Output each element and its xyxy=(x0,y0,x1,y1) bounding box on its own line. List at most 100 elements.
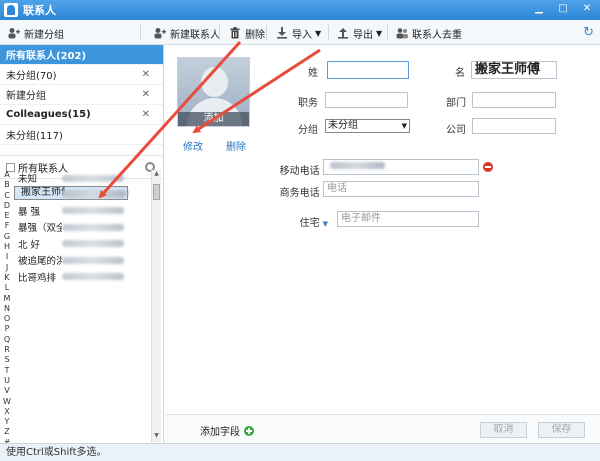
toolbar-divider xyxy=(140,25,141,40)
delete-photo-link[interactable]: 删除 xyxy=(226,138,246,153)
business-phone-label[interactable]: 商务电话▼ xyxy=(268,184,328,199)
alpha-index-letter[interactable]: A xyxy=(4,170,9,180)
contact-row[interactable]: 暴强（双全 xyxy=(14,219,151,235)
mobile-phone-label[interactable]: 移动电话▼ xyxy=(268,162,328,177)
close-icon[interactable]: ✕ xyxy=(142,69,150,80)
remove-field-icon[interactable] xyxy=(483,162,493,172)
alpha-index-letter[interactable]: C xyxy=(4,191,10,201)
contact-row[interactable]: 被追尾的洪 xyxy=(14,252,151,268)
alpha-index-letter[interactable]: Z xyxy=(4,427,9,437)
alpha-index-letter[interactable]: Q xyxy=(4,335,10,345)
group-field-label: 分组 xyxy=(298,125,318,136)
given-name-label: 名 xyxy=(455,68,465,79)
avatar-add-label[interactable]: 添加 xyxy=(178,112,249,126)
group-select[interactable]: 未分组 ▼ xyxy=(325,119,410,133)
close-icon[interactable]: ✕ xyxy=(580,2,594,16)
add-contact-icon xyxy=(154,27,166,39)
group-label: 未分组(117) xyxy=(6,131,63,142)
contact-row[interactable]: 比哥鸡排 xyxy=(14,268,151,284)
alpha-index-letter[interactable]: Y xyxy=(5,417,10,427)
save-button[interactable]: 保存 xyxy=(538,422,585,438)
cancel-button[interactable]: 取消 xyxy=(480,422,527,438)
surname-field[interactable] xyxy=(327,61,409,79)
alpha-index-letter[interactable]: E xyxy=(4,211,9,221)
group-item-new-group[interactable]: 新建分组 ✕ xyxy=(0,85,163,105)
alpha-index-letter[interactable]: H xyxy=(4,242,10,252)
add-field-button[interactable]: 添加字段 xyxy=(200,423,254,438)
alpha-index-letter[interactable]: S xyxy=(4,355,9,365)
group-item-ungrouped-2[interactable]: 未分组(117) xyxy=(0,125,163,145)
new-contact-label: 新建联系人 xyxy=(170,29,220,41)
dedupe-label: 联系人去重 xyxy=(412,29,462,41)
alpha-index-letter[interactable]: X xyxy=(4,407,9,417)
alpha-index-letter[interactable]: K xyxy=(4,273,9,283)
business-phone-label-text: 商务电话 xyxy=(279,188,320,199)
add-group-icon xyxy=(8,27,20,39)
delete-button[interactable]: 删除 xyxy=(229,25,265,41)
alpha-index-letter[interactable]: F xyxy=(5,221,10,231)
department-field[interactable] xyxy=(472,92,556,108)
contact-row[interactable]: 北 好 xyxy=(14,236,151,252)
group-item-all[interactable]: 所有联系人(202) xyxy=(0,45,163,65)
alpha-index-letter[interactable]: P xyxy=(5,324,10,334)
import-button[interactable]: 导入 ▼ xyxy=(276,25,321,41)
alpha-index-letter[interactable]: R xyxy=(4,345,10,355)
contact-list-scrollbar[interactable]: ▲ ▼ xyxy=(151,170,161,442)
new-contact-button[interactable]: 新建联系人 xyxy=(154,25,220,41)
alpha-index-letter[interactable]: B xyxy=(4,180,10,190)
alpha-index-letter[interactable]: W xyxy=(3,397,11,407)
group-item-ungrouped[interactable]: 未分组(70) ✕ xyxy=(0,65,163,85)
contact-row[interactable]: 暴 强 xyxy=(14,203,151,219)
status-bar: 使用Ctrl或Shift多选。 xyxy=(0,443,600,461)
trash-icon xyxy=(229,27,241,39)
avatar-placeholder[interactable]: 添加 xyxy=(177,57,250,127)
contact-number-redacted xyxy=(62,256,124,264)
contact-name: 比哥鸡排 xyxy=(18,272,57,284)
contact-row[interactable]: 未知 xyxy=(14,170,151,186)
given-name-field[interactable]: 搬家王师傅 xyxy=(471,61,557,79)
home-label-text: 住宅 xyxy=(299,218,320,229)
scroll-down-icon[interactable]: ▼ xyxy=(152,432,161,442)
edit-photo-link[interactable]: 修改 xyxy=(183,138,203,153)
alpha-index-letter[interactable]: T xyxy=(5,366,10,376)
merge-contacts-icon xyxy=(396,27,408,39)
new-group-button[interactable]: 新建分组 xyxy=(8,25,64,41)
business-phone-field[interactable]: 电话 xyxy=(323,181,479,197)
contacts-app-icon xyxy=(4,3,18,17)
company-field[interactable] xyxy=(472,118,556,134)
alpha-index-letter[interactable]: U xyxy=(4,376,10,386)
dedupe-contacts-button[interactable]: 联系人去重 xyxy=(396,25,462,41)
add-field-label: 添加字段 xyxy=(200,427,240,438)
import-label: 导入 xyxy=(292,29,312,41)
alpha-index-letter[interactable]: O xyxy=(4,314,10,324)
scroll-up-icon[interactable]: ▲ xyxy=(152,170,161,180)
home-email-field[interactable]: 电子邮件 xyxy=(337,211,479,227)
alpha-index-letter[interactable]: D xyxy=(4,201,10,211)
alpha-index-letter[interactable]: L xyxy=(5,283,9,293)
alpha-index-letter[interactable]: G xyxy=(4,232,10,242)
alpha-index-letter[interactable]: I xyxy=(6,252,8,262)
maximize-icon[interactable]: □ xyxy=(556,2,570,16)
contact-number-redacted xyxy=(62,207,124,215)
alpha-index-letter[interactable]: J xyxy=(6,263,8,273)
alpha-index-letter[interactable]: N xyxy=(4,304,10,314)
detail-footer: 添加字段 取消 保存 xyxy=(165,414,600,443)
close-icon[interactable]: ✕ xyxy=(142,89,150,100)
contact-name: 未知 xyxy=(18,174,38,186)
chevron-down-icon: ▼ xyxy=(401,122,407,130)
refresh-icon[interactable]: ↻ xyxy=(583,25,594,40)
alpha-index-letter[interactable]: V xyxy=(4,386,9,396)
job-title-field[interactable] xyxy=(325,92,408,108)
toolbar-divider xyxy=(219,25,220,40)
close-icon[interactable]: ✕ xyxy=(142,109,150,120)
home-label[interactable]: 住宅 ▼ xyxy=(268,214,328,229)
export-button[interactable]: 导出 ▼ xyxy=(337,25,382,41)
contact-name: 暴强（双全 xyxy=(18,223,62,235)
scrollbar-thumb[interactable] xyxy=(153,184,160,200)
minimize-icon[interactable]: ▁ xyxy=(532,2,546,16)
alpha-index-letter[interactable]: M xyxy=(4,294,11,304)
contact-name: 暴 强 xyxy=(18,206,41,218)
group-item-colleagues[interactable]: Colleagues(15) ✕ xyxy=(0,105,163,125)
delete-label: 删除 xyxy=(245,29,265,41)
